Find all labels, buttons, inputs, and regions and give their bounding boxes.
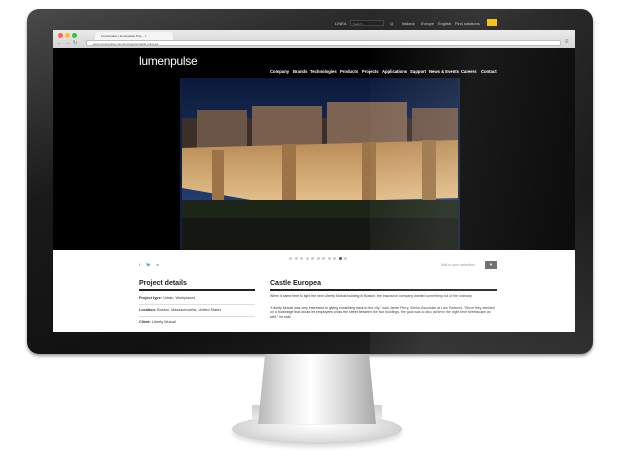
site-header — [53, 48, 575, 62]
nav-brands[interactable]: Brands — [293, 69, 307, 74]
nav-company[interactable]: Company — [270, 69, 289, 74]
nav-applications[interactable]: Applications — [382, 69, 407, 74]
nav-technologies[interactable]: Technologies — [310, 69, 337, 74]
location-label: Location: — [139, 308, 157, 312]
project-type-row: Project type: Urban, Workplaces — [139, 296, 255, 301]
carousel-dot[interactable] — [311, 257, 314, 260]
carousel-dot[interactable] — [327, 257, 331, 260]
project-type-value: Urban, Workplaces — [163, 296, 196, 300]
carousel-dot[interactable] — [294, 257, 298, 260]
carousel-dot[interactable] — [333, 257, 336, 260]
maximize-window-button[interactable] — [72, 33, 77, 38]
selection-button[interactable] — [487, 19, 497, 26]
divider — [270, 289, 497, 291]
add-selection-button[interactable]: ▼ — [485, 261, 497, 269]
nav-careers[interactable]: Careers — [461, 69, 477, 74]
facebook-icon[interactable]: f — [139, 262, 140, 267]
twitter-icon[interactable]: 🐦 — [146, 262, 151, 267]
nav-contact[interactable]: Contact — [481, 69, 497, 74]
carousel-dot[interactable] — [305, 257, 309, 260]
monitor-stand-neck — [258, 354, 376, 424]
carousel-dot[interactable] — [322, 257, 325, 260]
add-selection-label: Add to your selection — [441, 263, 475, 267]
location-value: Boston, Massachusetts, United States — [157, 308, 222, 312]
nav-news-events[interactable]: News & Events — [429, 69, 459, 74]
toplink-italiano[interactable]: Italiano — [402, 21, 415, 26]
location-row: Location: Boston, Massachusetts, United … — [139, 308, 255, 313]
search-input[interactable]: Search — [350, 20, 384, 26]
logo[interactable]: lumenpulse — [139, 54, 198, 68]
divider — [139, 289, 255, 291]
address-bar[interactable]: www.lumenpulse.com/en/projects/castle-eu… — [86, 40, 561, 46]
carousel-dot[interactable] — [338, 257, 342, 260]
forward-icon[interactable]: → — [65, 40, 70, 46]
client-row: Client: Liberty Mutual — [139, 320, 255, 325]
close-window-button[interactable] — [58, 33, 63, 38]
toplink-find-solutions[interactable]: Find solutions — [455, 21, 480, 26]
toplink-english[interactable]: English — [438, 21, 451, 26]
linkedin-icon[interactable]: in — [156, 262, 159, 267]
nav-projects[interactable]: Projects — [362, 69, 379, 74]
toplink-europe[interactable]: Europe — [421, 21, 434, 26]
carousel-dot[interactable] — [300, 257, 303, 260]
carousel-dot[interactable] — [344, 257, 347, 260]
browser-tab[interactable]: Lumenpulse | lumenpulse Proj... × — [95, 32, 173, 40]
carousel-dot[interactable] — [289, 257, 292, 260]
divider — [139, 304, 255, 305]
divider — [139, 316, 255, 317]
article-paragraph-2: “Liberty Mutual was very interested in g… — [270, 306, 495, 319]
project-details-heading: Project details — [139, 280, 187, 287]
reload-icon[interactable]: ↻ — [73, 40, 77, 46]
back-icon[interactable]: ← — [57, 40, 62, 46]
toplink-linea[interactable]: LINEA — [335, 21, 347, 26]
nav-support[interactable]: Support — [410, 69, 426, 74]
browser-chrome: Lumenpulse | lumenpulse Proj... × ← → ↻ … — [53, 30, 575, 48]
nav-products[interactable]: Products — [340, 69, 358, 74]
menu-icon[interactable]: ≡ — [565, 39, 569, 45]
client-label: Client: — [139, 320, 151, 324]
article-title: Castle Europea — [270, 280, 321, 287]
hero-image — [180, 78, 460, 250]
search-icon[interactable]: Q — [390, 21, 393, 26]
project-type-label: Project type: — [139, 296, 162, 300]
article-paragraph-1: When it came time to light the new Liber… — [270, 294, 473, 298]
minimize-window-button[interactable] — [65, 33, 70, 38]
carousel-dot[interactable] — [316, 257, 320, 260]
client-value: Liberty Mutual — [151, 320, 176, 324]
